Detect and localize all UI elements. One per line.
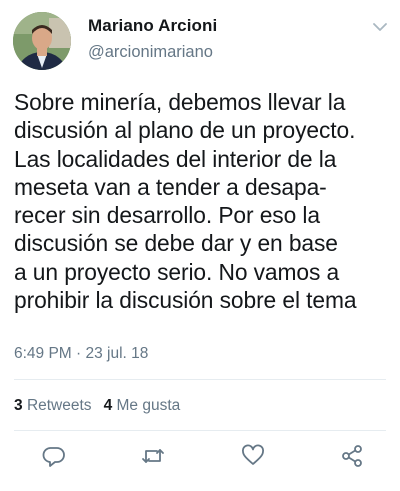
- tweet-text-line: discusión se debe dar y en base: [14, 230, 338, 257]
- tweet-text-line: Sobre minería, debemos llevar la: [14, 89, 346, 115]
- chevron-down-icon[interactable]: [373, 22, 387, 32]
- action-bar: [0, 444, 400, 474]
- tweet-text-line: discusión al plano de un proyecto.: [14, 117, 356, 144]
- user-handle[interactable]: @arcionimariano: [88, 43, 213, 62]
- retweet-icon[interactable]: [141, 444, 165, 468]
- tweet-card: Mariano Arcioni @arcionimariano Sobre mi…: [0, 0, 400, 491]
- divider: [14, 379, 386, 380]
- display-name[interactable]: Mariano Arcioni: [88, 16, 217, 36]
- avatar[interactable]: [13, 12, 71, 70]
- heart-icon[interactable]: [241, 444, 265, 468]
- share-icon[interactable]: [340, 444, 364, 468]
- reply-icon[interactable]: [42, 444, 66, 468]
- tweet-text: Sobre minería, debemos llevar la discusi…: [14, 88, 398, 314]
- tweet-timestamp[interactable]: 6:49 PM · 23 jul. 18: [14, 345, 148, 363]
- tweet-text-line: recer sin desarrollo. Por eso la: [14, 202, 320, 229]
- engagement-stats: 3 Retweets 4 Me gusta: [14, 397, 192, 415]
- tweet-text-line: prohibir la discusión sobre el tema: [14, 287, 357, 314]
- tweet-text-line: meseta van a tender a desapa-: [14, 173, 327, 200]
- profile-photo-image: [13, 12, 71, 70]
- retweets-stat[interactable]: 3 Retweets: [14, 397, 92, 414]
- retweets-count: 3: [14, 397, 23, 414]
- retweets-label: Retweets: [26, 397, 92, 414]
- likes-label: Me gusta: [116, 397, 181, 414]
- likes-count: 4: [103, 397, 113, 414]
- tweet-text-line: Las localidades del interior de la: [14, 145, 337, 172]
- divider: [14, 430, 386, 431]
- tweet-text-line: a un proyecto serio. No vamos a: [14, 258, 340, 285]
- likes-stat[interactable]: 4 Me gusta: [104, 397, 181, 414]
